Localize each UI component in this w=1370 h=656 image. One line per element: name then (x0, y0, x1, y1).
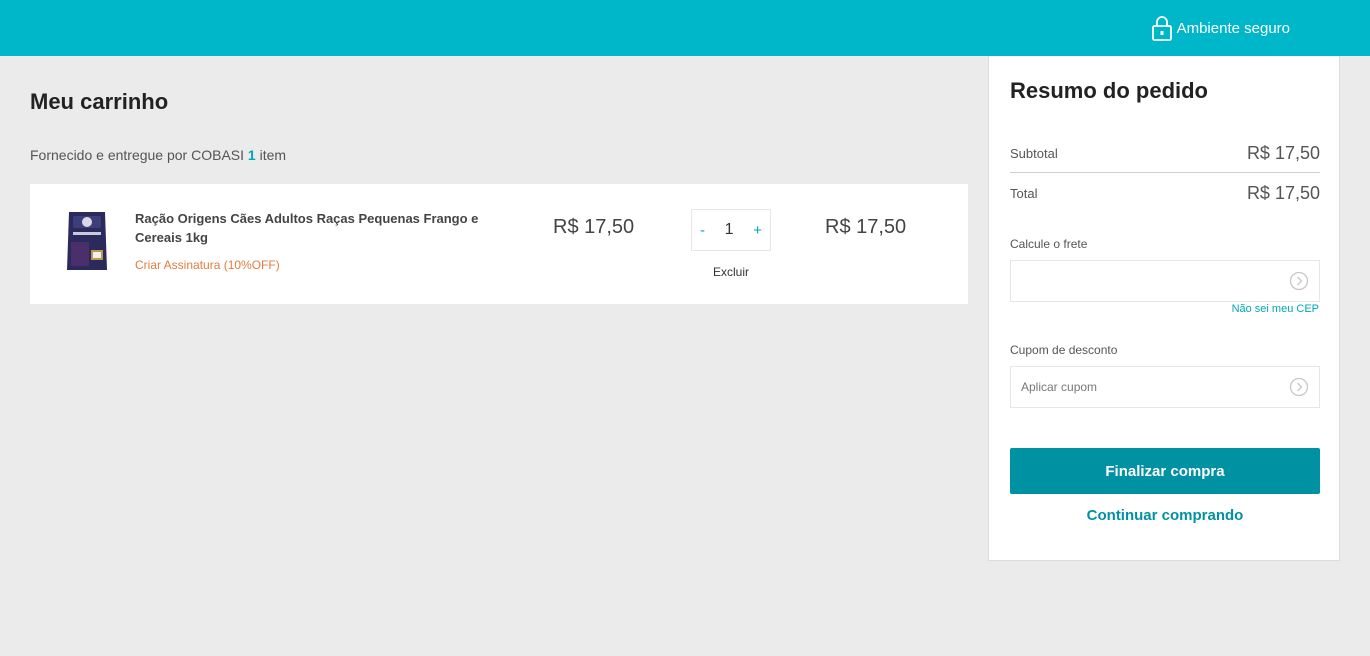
summary-title: Resumo do pedido (1010, 78, 1208, 103)
unknown-cep-link[interactable]: Não sei meu CEP (1232, 303, 1319, 315)
pet-food-bag-image[interactable] (63, 208, 111, 274)
subtotal-label: Subtotal (1010, 146, 1058, 161)
checkout-button[interactable]: Finalizar compra (1010, 448, 1320, 494)
lock-icon (1151, 16, 1172, 41)
total-label: Total (1010, 186, 1038, 201)
remove-item-link[interactable]: Excluir (691, 265, 771, 279)
continue-shopping-link[interactable]: Continuar comprando (1010, 507, 1320, 524)
coupon-label: Cupom de desconto (1010, 343, 1118, 357)
coupon-input[interactable] (1021, 380, 1289, 394)
secure-environment-badge: Ambiente seguro (1151, 14, 1290, 42)
total-row: Total R$ 17,50 (1010, 183, 1320, 204)
quantity-value[interactable]: 1 (725, 221, 734, 239)
page-title: Meu carrinho (30, 89, 169, 114)
product-name[interactable]: Ração Origens Cães Adultos Raças Pequena… (135, 209, 505, 247)
secure-label: Ambiente seguro (1176, 19, 1290, 37)
supplier-text: Fornecido e entregue por COBASI (30, 147, 245, 163)
total-value: R$ 17,50 (1246, 183, 1320, 203)
chevron-right-circle-icon[interactable] (1289, 271, 1309, 291)
top-bar: Ambiente seguro (0, 0, 1370, 56)
item-word: item (259, 147, 287, 163)
shipping-cep-field (1010, 260, 1320, 302)
subtotal-value: R$ 17,50 (1246, 143, 1320, 163)
summary-divider (1010, 172, 1320, 173)
unit-price: R$ 17,50 (553, 216, 635, 238)
quantity-stepper: - 1 + (691, 209, 771, 251)
cep-input[interactable] (1021, 274, 1289, 288)
increase-quantity-button[interactable]: + (753, 222, 762, 239)
coupon-field (1010, 366, 1320, 408)
create-subscription-link[interactable]: Criar Assinatura (10%OFF) (135, 258, 280, 272)
item-total-price: R$ 17,50 (825, 216, 907, 238)
item-count: 1 (247, 147, 256, 163)
order-summary-panel: Resumo do pedido Subtotal R$ 17,50 Total… (988, 56, 1340, 561)
chevron-right-circle-icon[interactable] (1289, 377, 1309, 397)
supplier-info: Fornecido e entregue por COBASI 1 item (30, 147, 286, 163)
cart-item: Ração Origens Cães Adultos Raças Pequena… (30, 184, 968, 304)
shipping-label: Calcule o frete (1010, 237, 1088, 251)
decrease-quantity-button[interactable]: - (700, 222, 705, 239)
subtotal-row: Subtotal R$ 17,50 (1010, 143, 1320, 164)
